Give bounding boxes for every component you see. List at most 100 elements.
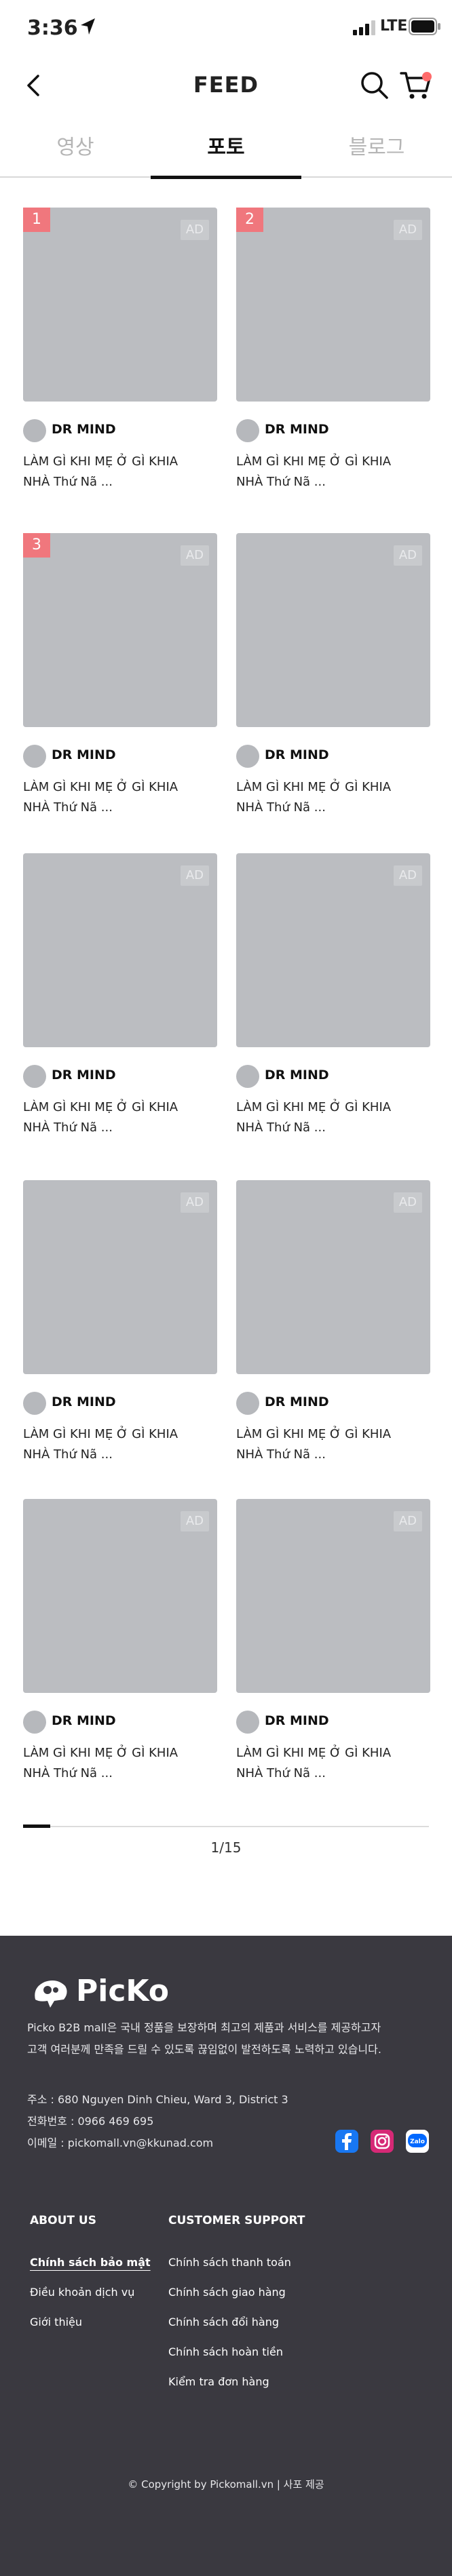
cart-badge bbox=[422, 72, 432, 81]
card-description[interactable]: LÀM GÌ KHI MẸ Ở GÌ KHIA NHÀ Thứ Nã ... bbox=[236, 1424, 430, 1465]
desc-line: NHÀ Thứ Nã ... bbox=[236, 1120, 326, 1135]
pager-track bbox=[23, 1826, 429, 1827]
feed-card[interactable]: AD DR MIND LÀM GÌ KHI MẸ Ở GÌ KHIA NHÀ T… bbox=[23, 853, 217, 1135]
author-name: DR MIND bbox=[265, 422, 329, 437]
feed-thumbnail[interactable]: AD bbox=[236, 1499, 430, 1693]
link-refund-policy[interactable]: Chính sách hoàn tiền bbox=[168, 2337, 291, 2367]
card-description[interactable]: LÀM GÌ KHI MẸ Ở GÌ KHIA NHÀ Thứ Nã ... bbox=[236, 777, 430, 818]
desc-line: LÀM GÌ KHI MẸ Ở GÌ KHIA bbox=[23, 780, 178, 794]
ad-label: AD bbox=[393, 545, 422, 566]
author-name: DR MIND bbox=[52, 1068, 116, 1082]
card-author[interactable]: DR MIND bbox=[236, 1711, 430, 1734]
author-name: DR MIND bbox=[265, 747, 329, 762]
pager-progress bbox=[23, 1824, 50, 1828]
status-bar: 3:36 LTE bbox=[0, 0, 452, 57]
feed-card[interactable]: AD DR MIND LÀM GÌ KHI MẸ Ở GÌ KHIA NHÀ T… bbox=[236, 1499, 430, 1780]
desc-line: LÀM GÌ KHI MẸ Ở GÌ KHIA bbox=[236, 1746, 392, 1760]
ad-label: AD bbox=[393, 1511, 422, 1531]
tab-blog[interactable]: 블로그 bbox=[301, 126, 452, 178]
author-name: DR MIND bbox=[52, 1394, 116, 1409]
author-name: DR MIND bbox=[265, 1068, 329, 1082]
about-us-title: ABOUT US bbox=[30, 2214, 96, 2227]
ad-label: AD bbox=[393, 220, 422, 240]
feed-card[interactable]: 1 AD DR MIND LÀM GÌ KHI MẸ Ở GÌ KHIA NHÀ… bbox=[23, 208, 217, 489]
author-name: DR MIND bbox=[52, 422, 116, 437]
zalo-label: Zalo bbox=[410, 2139, 425, 2145]
card-description[interactable]: LÀM GÌ KHI MẸ Ở GÌ KHIA NHÀ Thứ Nã ... bbox=[236, 1097, 430, 1138]
company-info: 주소 : 680 Nguyen Dinh Chieu, Ward 3, Dist… bbox=[27, 2089, 312, 2154]
card-author[interactable]: DR MIND bbox=[236, 419, 430, 442]
card-author[interactable]: DR MIND bbox=[23, 1711, 217, 1734]
site-footer: PicKo Picko B2B mall은 국내 정품을 보장하며 최고의 제품… bbox=[0, 1936, 452, 2576]
desc-line: NHÀ Thứ Nã ... bbox=[236, 1447, 326, 1462]
logo-wordmark: PicKo bbox=[76, 1974, 169, 2008]
avatar bbox=[236, 1711, 259, 1734]
intro-line: 고객 여러분께 만족을 드릴 수 있도록 끊임없이 발전하도록 노력하고 있습니… bbox=[27, 2043, 381, 2056]
company-email[interactable]: 이메일 : pickomall.vn@kkunad.com bbox=[27, 2132, 312, 2154]
feed-card[interactable]: AD DR MIND LÀM GÌ KHI MẸ Ở GÌ KHIA NHÀ T… bbox=[236, 533, 430, 815]
desc-line: NHÀ Thứ Nã ... bbox=[23, 475, 113, 489]
feed-card[interactable]: AD DR MIND LÀM GÌ KHI MẸ Ở GÌ KHIA NHÀ T… bbox=[23, 1180, 217, 1462]
link-exchange-policy[interactable]: Chính sách đổi hàng bbox=[168, 2307, 291, 2337]
card-author[interactable]: DR MIND bbox=[23, 1065, 217, 1088]
desc-line: NHÀ Thứ Nã ... bbox=[236, 475, 326, 489]
instagram-icon[interactable] bbox=[371, 2130, 394, 2153]
ad-label: AD bbox=[180, 865, 209, 886]
link-payment-policy[interactable]: Chính sách thanh toán bbox=[168, 2248, 291, 2278]
author-name: DR MIND bbox=[52, 747, 116, 762]
card-description[interactable]: LÀM GÌ KHI MẸ Ở GÌ KHIA NHÀ Thứ Nã ... bbox=[23, 1424, 217, 1465]
feed-thumbnail[interactable]: AD bbox=[23, 1180, 217, 1374]
desc-line: LÀM GÌ KHI MẸ Ở GÌ KHIA bbox=[23, 1746, 178, 1760]
link-shipping-policy[interactable]: Chính sách giao hàng bbox=[168, 2278, 291, 2307]
feed-thumbnail[interactable]: AD bbox=[23, 1499, 217, 1693]
feed-thumbnail[interactable]: AD bbox=[236, 1180, 430, 1374]
card-description[interactable]: LÀM GÌ KHI MẸ Ở GÌ KHIA NHÀ Thứ Nã ... bbox=[23, 1097, 217, 1138]
feed-thumbnail[interactable]: 1 AD bbox=[23, 208, 217, 402]
company-address: 주소 : 680 Nguyen Dinh Chieu, Ward 3, Dist… bbox=[27, 2093, 288, 2106]
search-icon[interactable] bbox=[360, 71, 390, 100]
feed-thumbnail[interactable]: AD bbox=[236, 533, 430, 727]
tab-photo[interactable]: 포토 bbox=[151, 126, 301, 179]
card-author[interactable]: DR MIND bbox=[23, 419, 217, 442]
facebook-icon[interactable] bbox=[335, 2130, 358, 2153]
card-author[interactable]: DR MIND bbox=[236, 1392, 430, 1415]
feed-card[interactable]: 3 AD DR MIND LÀM GÌ KHI MẸ Ở GÌ KHIA NHÀ… bbox=[23, 533, 217, 815]
feed-thumbnail[interactable]: AD bbox=[23, 853, 217, 1047]
link-privacy-policy[interactable]: Chính sách bảo mật bbox=[30, 2248, 151, 2278]
desc-line: NHÀ Thứ Nã ... bbox=[23, 1447, 113, 1462]
avatar bbox=[236, 745, 259, 768]
zalo-icon[interactable]: Zalo bbox=[406, 2130, 429, 2153]
customer-support-links: Chính sách thanh toán Chính sách giao hà… bbox=[168, 2248, 291, 2397]
card-description[interactable]: LÀM GÌ KHI MẸ Ở GÌ KHIA NHÀ Thứ Nã ... bbox=[23, 1743, 217, 1784]
desc-line: LÀM GÌ KHI MẸ Ở GÌ KHIA bbox=[23, 1100, 178, 1114]
card-author[interactable]: DR MIND bbox=[23, 745, 217, 768]
feed-thumbnail[interactable]: 3 AD bbox=[23, 533, 217, 727]
card-description[interactable]: LÀM GÌ KHI MẸ Ở GÌ KHIA NHÀ Thứ Nã ... bbox=[23, 777, 217, 818]
card-description[interactable]: LÀM GÌ KHI MẸ Ở GÌ KHIA NHÀ Thứ Nã ... bbox=[236, 452, 430, 492]
card-description[interactable]: LÀM GÌ KHI MẸ Ở GÌ KHIA NHÀ Thứ Nã ... bbox=[236, 1743, 430, 1784]
card-author[interactable]: DR MIND bbox=[236, 745, 430, 768]
company-phone: 전화번호 : 0966 469 695 bbox=[27, 2115, 154, 2128]
tab-video[interactable]: 영상 bbox=[0, 126, 151, 178]
feed-thumbnail[interactable]: AD bbox=[236, 853, 430, 1047]
card-author[interactable]: DR MIND bbox=[236, 1065, 430, 1088]
card-description[interactable]: LÀM GÌ KHI MẸ Ở GÌ KHIA NHÀ Thứ Nã ... bbox=[23, 452, 217, 492]
feed-card[interactable]: AD DR MIND LÀM GÌ KHI MẸ Ở GÌ KHIA NHÀ T… bbox=[23, 1499, 217, 1780]
author-name: DR MIND bbox=[52, 1713, 116, 1728]
avatar bbox=[23, 419, 46, 442]
feed-card[interactable]: AD DR MIND LÀM GÌ KHI MẸ Ở GÌ KHIA NHÀ T… bbox=[236, 1180, 430, 1462]
feed-card[interactable]: 2 AD DR MIND LÀM GÌ KHI MẸ Ở GÌ KHIA NHÀ… bbox=[236, 208, 430, 489]
pager-indicator: 1/15 bbox=[210, 1839, 242, 1856]
feed-thumbnail[interactable]: 2 AD bbox=[236, 208, 430, 402]
desc-line: NHÀ Thứ Nã ... bbox=[236, 800, 326, 815]
link-about[interactable]: Giới thiệu bbox=[30, 2307, 151, 2337]
card-author[interactable]: DR MIND bbox=[23, 1392, 217, 1415]
rank-badge: 3 bbox=[23, 533, 50, 558]
link-terms-of-service[interactable]: Điều khoản dịch vụ bbox=[30, 2278, 151, 2307]
desc-line: LÀM GÌ KHI MẸ Ở GÌ KHIA bbox=[236, 1427, 392, 1441]
avatar bbox=[236, 419, 259, 442]
desc-line: LÀM GÌ KHI MẸ Ở GÌ KHIA bbox=[23, 454, 178, 469]
feed-card[interactable]: AD DR MIND LÀM GÌ KHI MẸ Ở GÌ KHIA NHÀ T… bbox=[236, 853, 430, 1135]
link-order-check[interactable]: Kiểm tra đơn hàng bbox=[168, 2367, 291, 2397]
avatar bbox=[236, 1065, 259, 1088]
